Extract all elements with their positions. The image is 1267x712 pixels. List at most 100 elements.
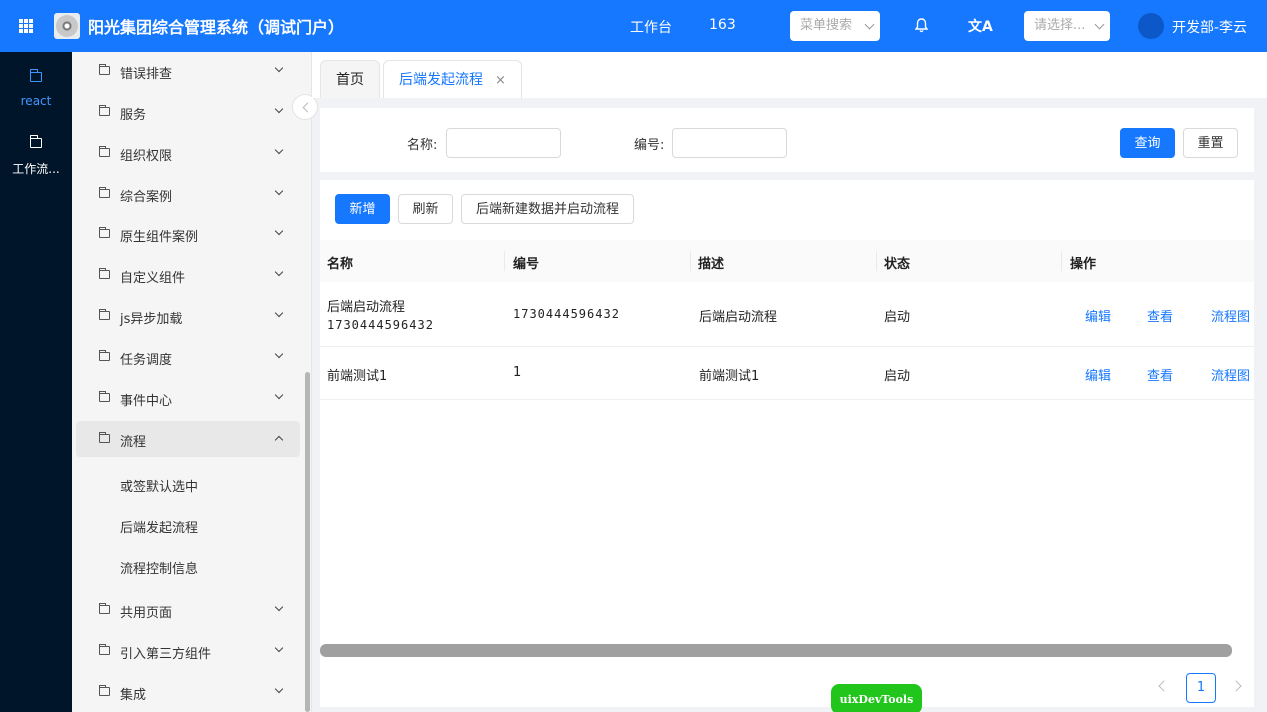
menu-item-scheduling[interactable]: 任务调度 <box>76 339 300 375</box>
menu-item-js-async[interactable]: js异步加载 <box>76 298 300 334</box>
logo <box>54 13 80 39</box>
chevron-down-icon <box>274 63 284 73</box>
create-and-start-button[interactable]: 后端新建数据并启动流程 <box>461 194 634 224</box>
folder-icon <box>98 309 110 320</box>
flowchart-link[interactable]: 流程图 <box>1211 306 1249 325</box>
chevron-right-icon[interactable] <box>1230 680 1242 692</box>
cell-code: 1730444596432 <box>513 307 620 321</box>
menu-item-native-components[interactable]: 原生组件案例 <box>76 216 300 252</box>
menu-item-label: 服务 <box>120 108 147 123</box>
rail-item-react[interactable]: react <box>0 69 72 108</box>
menu-item-shared-pages[interactable]: 共用页面 <box>76 592 300 628</box>
rail-item-label: react <box>20 94 52 108</box>
chevron-left-icon[interactable] <box>1158 680 1170 692</box>
flowchart-link[interactable]: 流程图 <box>1211 365 1249 384</box>
menu-item-error-check[interactable]: 错误排查 <box>76 53 300 89</box>
chevron-down-icon <box>274 104 284 114</box>
menu-item-label: 自定义组件 <box>120 271 186 286</box>
chevron-down-icon <box>274 349 284 359</box>
refresh-button[interactable]: 刷新 <box>398 194 453 224</box>
menu-item-custom-components[interactable]: 自定义组件 <box>76 257 300 293</box>
folder-icon <box>98 350 110 361</box>
menu-item-org-permission[interactable]: 组织权限 <box>76 135 300 171</box>
edit-link[interactable]: 编辑 <box>1085 365 1111 384</box>
cell-name: 前端测试1 <box>327 369 388 384</box>
sub-item-process-control[interactable]: 流程控制信息 <box>120 558 198 577</box>
table-row: 前端测试1 1 前端测试1 启动 编辑 查看 流程图 <box>320 347 1254 400</box>
menu-item-label: 引入第三方组件 <box>120 647 212 662</box>
folder-icon <box>98 146 110 157</box>
folder-icon <box>98 685 110 696</box>
tabs-bar: 首页 后端发起流程 × <box>312 52 1267 98</box>
avatar[interactable] <box>1138 13 1164 39</box>
query-button[interactable]: 查询 <box>1120 128 1175 158</box>
menu-item-label: 集成 <box>120 688 147 703</box>
view-link[interactable]: 查看 <box>1147 306 1173 325</box>
app-grid-icon[interactable] <box>19 19 33 33</box>
sub-item-backend-process[interactable]: 后端发起流程 <box>120 517 198 536</box>
page-number-button[interactable]: 1 <box>1186 673 1216 703</box>
portal-select[interactable]: 请选择... <box>1024 11 1110 41</box>
chevron-down-icon <box>1094 19 1105 30</box>
tab-backend-process[interactable]: 后端发起流程 × <box>383 60 522 98</box>
menu-item-label: 共用页面 <box>120 606 173 621</box>
menu-item-label: 综合案例 <box>120 190 173 205</box>
menu-item-cases[interactable]: 综合案例 <box>76 176 300 212</box>
user-name[interactable]: 开发部-李云 <box>1172 17 1247 37</box>
sub-item-or-sign[interactable]: 或签默认选中 <box>120 476 198 495</box>
devtools-button[interactable]: uixDevTools <box>831 684 922 712</box>
menu-item-label: 组织权限 <box>120 149 173 164</box>
chevron-down-icon <box>274 145 284 155</box>
name-input[interactable] <box>446 128 561 158</box>
folder-icon <box>98 105 110 116</box>
cell-code: 1 <box>513 365 522 380</box>
close-icon[interactable]: × <box>495 62 506 100</box>
folder-icon <box>98 603 110 614</box>
cell-desc: 前端测试1 <box>699 369 760 384</box>
cell-name: 后端启动流程 <box>327 300 406 315</box>
menu-search-select[interactable]: 菜单搜索 <box>790 11 880 41</box>
folder-icon <box>29 135 42 148</box>
menu-item-service[interactable]: 服务 <box>76 94 300 130</box>
chevron-down-icon <box>864 19 875 30</box>
add-button[interactable]: 新增 <box>335 194 390 224</box>
name-label: 名称: <box>407 138 438 153</box>
cell-name-sub: 1730444596432 <box>327 318 434 332</box>
column-header-code: 编号 <box>513 257 540 272</box>
bell-icon[interactable] <box>915 18 928 33</box>
tab-label: 后端发起流程 <box>399 72 483 88</box>
tab-home[interactable]: 首页 <box>320 60 380 98</box>
column-header-desc: 描述 <box>698 257 725 272</box>
folder-icon <box>29 69 42 82</box>
table-panel: 新增 刷新 后端新建数据并启动流程 名称 编号 描述 状态 操作 后端启动流程 … <box>320 180 1254 707</box>
notification-count[interactable]: 163 <box>709 17 736 33</box>
workbench-link[interactable]: 工作台 <box>630 17 672 37</box>
reset-button[interactable]: 重置 <box>1183 128 1238 158</box>
folder-icon <box>98 187 110 198</box>
menu-search-placeholder: 菜单搜索 <box>800 18 853 33</box>
side-menu-scrollbar[interactable] <box>305 372 310 712</box>
chevron-down-icon <box>274 186 284 196</box>
edit-link[interactable]: 编辑 <box>1085 306 1111 325</box>
rail-item-label: 工作流... <box>12 162 60 176</box>
code-input[interactable] <box>672 128 787 158</box>
table-row: 后端启动流程 1730444596432 1730444596432 后端启动流… <box>320 282 1254 347</box>
rail-item-workflow[interactable]: 工作流... <box>0 135 72 177</box>
translate-icon[interactable]: 文A <box>968 16 993 36</box>
folder-icon <box>98 268 110 279</box>
menu-item-integration[interactable]: 集成 <box>76 674 300 710</box>
chevron-down-icon <box>274 684 284 694</box>
table-horizontal-scrollbar[interactable] <box>320 644 1232 657</box>
menu-item-label: 任务调度 <box>120 353 173 368</box>
chevron-down-icon <box>274 390 284 400</box>
menu-item-third-party[interactable]: 引入第三方组件 <box>76 633 300 669</box>
menu-item-label: 事件中心 <box>120 394 173 409</box>
search-panel: 名称: 编号: 查询 重置 <box>320 108 1254 172</box>
menu-item-process[interactable]: 流程 <box>76 421 300 457</box>
menu-item-event-center[interactable]: 事件中心 <box>76 380 300 416</box>
chevron-down-icon <box>274 267 284 277</box>
view-link[interactable]: 查看 <box>1147 365 1173 384</box>
code-label: 编号: <box>634 138 665 153</box>
table-header: 名称 编号 描述 状态 操作 <box>320 240 1254 282</box>
folder-icon <box>98 227 110 238</box>
